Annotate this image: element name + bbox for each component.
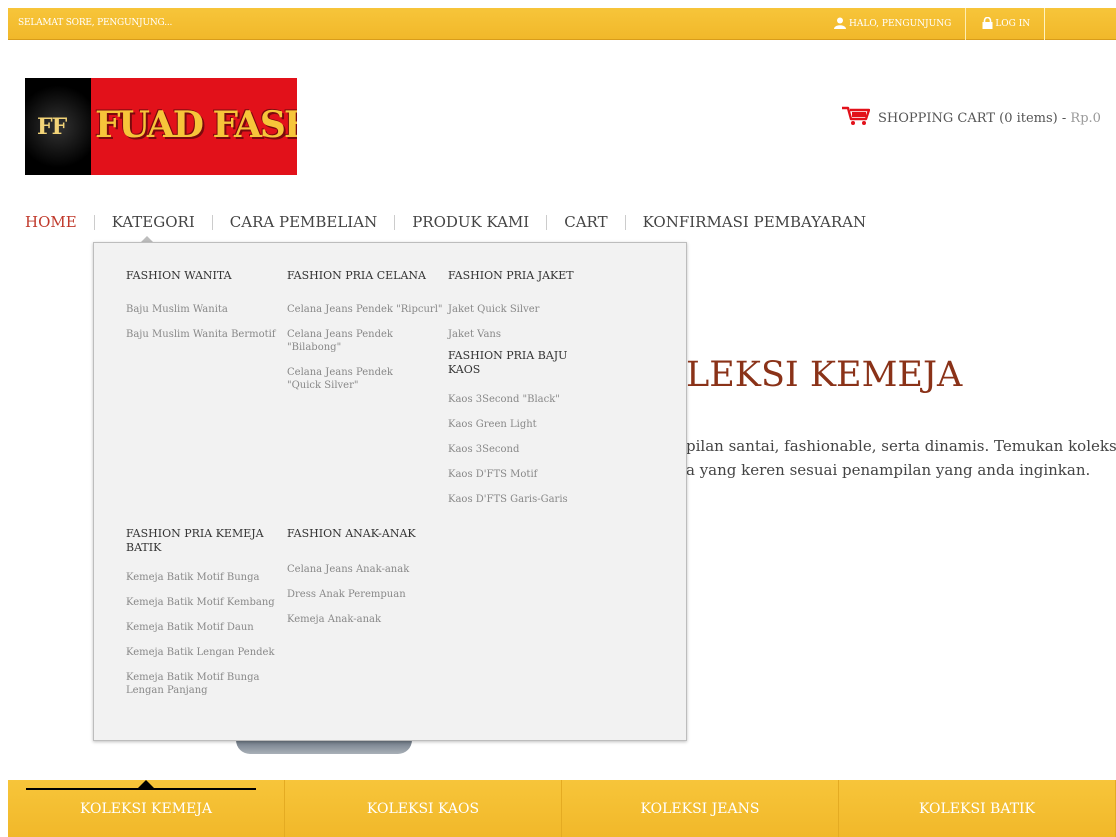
user-icon <box>834 17 846 32</box>
category-link[interactable]: Kaos D'FTS Garis-Garis <box>448 493 588 506</box>
nav-kategori[interactable]: KATEGORI <box>112 213 195 231</box>
logo-name: FUAD FASHION <box>95 104 297 146</box>
category-link[interactable]: Dress Anak Perempuan <box>287 588 437 601</box>
category-title[interactable]: FASHION ANAK-ANAK <box>287 527 437 541</box>
category-fashion-pria-jaket: FASHION PRIA JAKET Jaket Quick Silver Ja… <box>448 269 598 341</box>
product-image <box>236 740 412 754</box>
category-fashion-pria-celana: FASHION PRIA CELANA Celana Jeans Pendek … <box>287 269 443 404</box>
category-title[interactable]: FASHION PRIA JAKET <box>448 269 598 283</box>
category-link[interactable]: Jaket Vans <box>448 328 598 341</box>
nav-divider <box>93 214 95 230</box>
user-area: HALO, PENGUNJUNG LOG IN <box>834 8 1046 40</box>
category-link[interactable]: Kemeja Batik Motif Daun <box>126 621 276 634</box>
category-link[interactable]: Kemeja Batik Motif Bunga <box>126 571 276 584</box>
login-link[interactable]: LOG IN <box>966 8 1044 40</box>
category-fashion-pria-kemeja-batik: FASHION PRIA KEMEJA BATIK Kemeja Batik M… <box>126 527 276 709</box>
top-bar: SELAMAT SORE, PENGUNJUNG... HALO, PENGUN… <box>8 8 1116 40</box>
tab-koleksi-batik[interactable]: KOLEKSI BATIK <box>839 780 1116 837</box>
category-link[interactable]: Kemeja Batik Motif Bunga Lengan Panjang <box>126 671 271 697</box>
category-link[interactable]: Celana Jeans Anak-anak <box>287 563 437 576</box>
shopping-cart-icon <box>842 106 871 130</box>
category-link[interactable]: Kemeja Batik Motif Kembang <box>126 596 276 609</box>
user-greeting-link[interactable]: HALO, PENGUNJUNG <box>834 8 965 40</box>
tab-koleksi-jeans[interactable]: KOLEKSI JEANS <box>562 780 839 837</box>
user-greeting-label: HALO, PENGUNJUNG <box>849 19 952 29</box>
topbar-divider <box>965 8 967 40</box>
cart-label: SHOPPING CART (0 items) - <box>878 110 1071 126</box>
category-link[interactable]: Kaos 3Second <box>448 443 588 456</box>
category-fashion-pria-baju-kaos: FASHION PRIA BAJU KAOS Kaos 3Second "Bla… <box>448 349 588 518</box>
collection-headline: LEKSI KEMEJA <box>686 355 963 395</box>
category-fashion-anak-anak: FASHION ANAK-ANAK Celana Jeans Anak-anak… <box>287 527 437 638</box>
tab-koleksi-kemeja[interactable]: KOLEKSI KEMEJA <box>8 780 285 837</box>
logo-emblem: FF <box>25 78 91 175</box>
description-line: pilan santai, fashionable, serta dinamis… <box>686 437 1116 455</box>
category-link[interactable]: Kaos 3Second "Black" <box>448 393 588 406</box>
collection-tabs: KOLEKSI KEMEJA KOLEKSI KAOS KOLEKSI JEAN… <box>8 780 1116 837</box>
main-nav: HOME KATEGORI CARA PEMBELIAN PRODUK KAMI… <box>25 213 866 231</box>
shopping-cart-link[interactable]: SHOPPING CART (0 items) - Rp.0 <box>842 106 1101 130</box>
cart-total: Rp.0 <box>1070 110 1101 126</box>
login-label: LOG IN <box>995 19 1031 29</box>
site-logo[interactable]: FF FUAD FASHION <box>25 78 297 175</box>
nav-cara-pembelian[interactable]: CARA PEMBELIAN <box>230 213 377 231</box>
category-link[interactable]: Baju Muslim Wanita <box>126 303 282 316</box>
category-link[interactable]: Kemeja Anak-anak <box>287 613 437 626</box>
nav-divider <box>546 214 548 230</box>
category-fashion-wanita: FASHION WANITA Baju Muslim Wanita Baju M… <box>126 269 282 353</box>
category-title[interactable]: FASHION WANITA <box>126 269 282 283</box>
tab-label: KOLEKSI KEMEJA <box>79 800 213 817</box>
logo-initials: FF <box>37 114 67 140</box>
nav-cart[interactable]: CART <box>564 213 607 231</box>
category-link[interactable]: Kaos Green Light <box>448 418 588 431</box>
nav-divider <box>394 214 396 230</box>
category-link[interactable]: Kemeja Batik Lengan Pendek <box>126 646 276 659</box>
lock-icon <box>982 16 993 32</box>
tab-label: KOLEKSI BATIK <box>918 800 1036 817</box>
category-link[interactable]: Celana Jeans Pendek "Ripcurl" <box>287 303 443 316</box>
nav-divider <box>211 214 213 230</box>
topbar-divider <box>1044 8 1046 40</box>
category-title[interactable]: FASHION PRIA BAJU KAOS <box>448 349 588 377</box>
tab-label: KOLEKSI KAOS <box>366 800 480 817</box>
tab-label: KOLEKSI JEANS <box>640 800 760 817</box>
nav-divider <box>624 214 626 230</box>
category-title[interactable]: FASHION PRIA CELANA <box>287 269 443 283</box>
category-link[interactable]: Baju Muslim Wanita Bermotif <box>126 328 282 341</box>
nav-produk-kami[interactable]: PRODUK KAMI <box>412 213 529 231</box>
category-title[interactable]: FASHION PRIA KEMEJA BATIK <box>126 527 276 555</box>
category-link[interactable]: Celana Jeans Pendek "Bilabong" <box>287 328 415 354</box>
category-link[interactable]: Kaos D'FTS Motif <box>448 468 588 481</box>
category-link[interactable]: Celana Jeans Pendek "Quick Silver" <box>287 366 415 392</box>
nav-home[interactable]: HOME <box>25 213 77 231</box>
collection-description: pilan santai, fashionable, serta dinamis… <box>686 434 1116 482</box>
greeting-text: SELAMAT SORE, PENGUNJUNG... <box>18 18 173 28</box>
description-line: a yang keren sesuai penampilan yang anda… <box>686 461 1091 479</box>
category-link[interactable]: Jaket Quick Silver <box>448 303 598 316</box>
tab-koleksi-kaos[interactable]: KOLEKSI KAOS <box>285 780 562 837</box>
kategori-dropdown: FASHION WANITA Baju Muslim Wanita Baju M… <box>93 242 687 741</box>
nav-konfirmasi-pembayaran[interactable]: KONFIRMASI PEMBAYARAN <box>643 213 866 231</box>
